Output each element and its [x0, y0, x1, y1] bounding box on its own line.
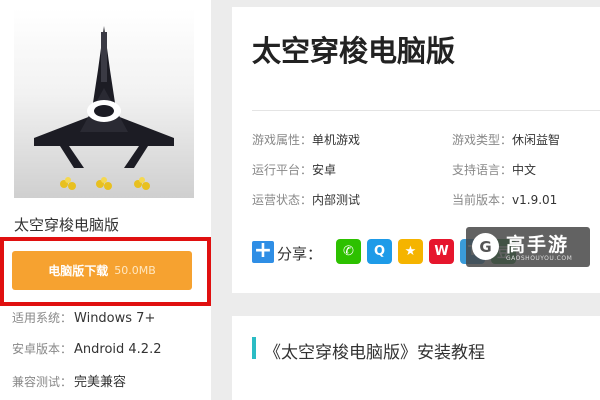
share-label: 分享： — [277, 245, 323, 263]
brand-watermark: G 高手游 GAOSHOUYOU.COM — [466, 227, 590, 267]
brand-url: GAOSHOUYOU.COM — [506, 255, 573, 262]
spec-label: 兼容测试： — [12, 375, 73, 389]
brand-name: 高手游 — [506, 234, 570, 256]
tutorial-title[interactable]: 《太空穿梭电脑版》安装教程 — [264, 338, 485, 363]
attr-label: 支持语言： — [452, 163, 513, 177]
page-title: 太空穿梭电脑版 — [252, 34, 456, 68]
spec-label: 适用系统： — [12, 311, 73, 325]
app-name: 太空穿梭电脑版 — [14, 216, 120, 234]
spec-value: 完美兼容 — [74, 375, 127, 390]
attr-platform: 运行平台：安卓 — [252, 161, 336, 178]
spec-value: Android 4.2.2 — [74, 342, 162, 357]
download-size: 50.0MB — [114, 264, 156, 277]
qq-icon[interactable]: Q — [367, 239, 392, 264]
brand-logo-icon: G — [472, 233, 499, 260]
spec-label: 安卓版本： — [12, 342, 73, 356]
weibo-icon[interactable]: W — [429, 239, 454, 264]
attr-value: v1.9.01 — [512, 193, 558, 207]
attr-game-property: 游戏属性：单机游戏 — [252, 131, 360, 148]
attr-value: 休闲益智 — [512, 133, 561, 147]
attr-label: 运营状态： — [252, 193, 313, 207]
spec-value: Windows 7+ — [74, 311, 156, 326]
attr-label: 游戏类型： — [452, 133, 513, 147]
attr-language: 支持语言：中文 — [452, 161, 536, 178]
attr-value: 中文 — [512, 163, 537, 177]
attr-game-type: 游戏类型：休闲益智 — [452, 131, 560, 148]
attr-value: 内部测试 — [312, 193, 361, 207]
wechat-icon[interactable]: ✆ — [336, 239, 361, 264]
divider — [252, 110, 600, 111]
download-button[interactable]: 电脑版下载 50.0MB — [12, 251, 192, 290]
qzone-icon[interactable]: ★ — [398, 239, 423, 264]
spec-system: 适用系统： Windows 7+ — [12, 309, 155, 326]
download-label: 电脑版下载 — [48, 264, 109, 278]
attr-status: 运营状态：内部测试 — [252, 191, 360, 208]
attr-value: 安卓 — [312, 163, 337, 177]
attr-label: 游戏属性： — [252, 133, 313, 147]
spec-android: 安卓版本： Android 4.2.2 — [12, 340, 162, 357]
app-icon[interactable] — [14, 8, 194, 198]
attr-version: 当前版本：v1.9.01 — [452, 191, 557, 208]
share-plus-icon[interactable]: + — [252, 240, 274, 263]
accent-bar — [252, 337, 256, 359]
attr-value: 单机游戏 — [312, 133, 361, 147]
attr-label: 当前版本： — [452, 193, 513, 207]
space-shuttle-icon — [34, 26, 174, 190]
attr-label: 运行平台： — [252, 163, 313, 177]
spec-compat: 兼容测试： 完美兼容 — [12, 371, 126, 390]
